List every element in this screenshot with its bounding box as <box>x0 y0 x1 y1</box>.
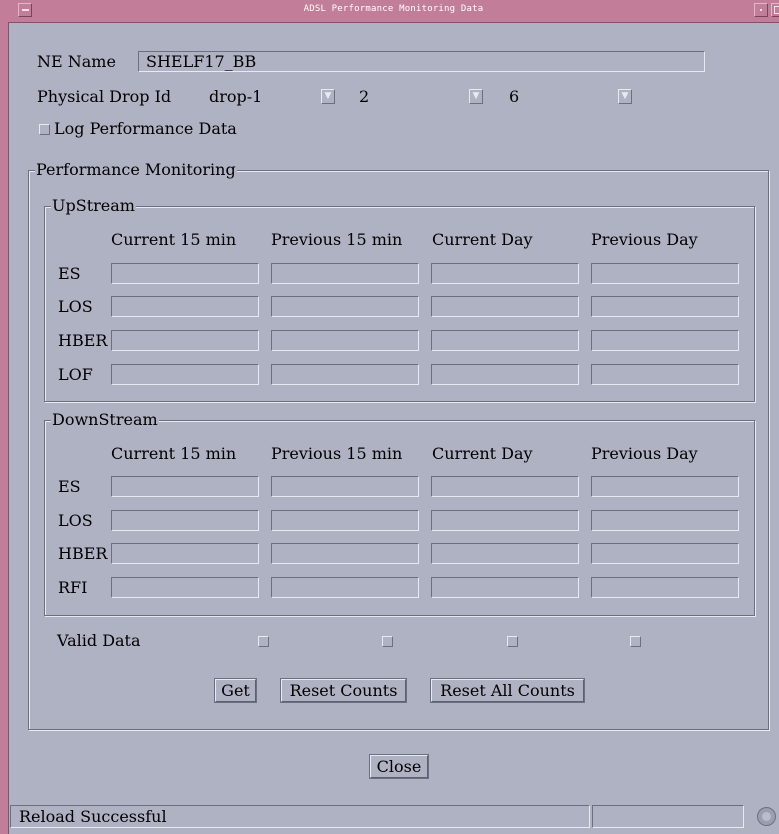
upstream-cell <box>431 364 579 385</box>
upstream-row-label: LOF <box>58 365 93 384</box>
downstream-title: DownStream <box>51 410 159 429</box>
downstream-row-label: RFI <box>58 578 88 597</box>
busy-indicator-icon <box>757 807 776 826</box>
column-header: Current 15 min <box>111 230 237 249</box>
upstream-cell <box>591 364 739 385</box>
downstream-cell <box>431 476 579 497</box>
upstream-cell <box>111 330 259 351</box>
downstream-cell <box>591 476 739 497</box>
upstream-title: UpStream <box>51 196 136 215</box>
upstream-row-label: HBER <box>58 331 108 350</box>
status-secondary <box>592 805 744 828</box>
upstream-cell <box>271 263 419 284</box>
close-button[interactable]: Close <box>369 754 429 779</box>
downstream-cell <box>111 577 259 598</box>
upstream-cell <box>591 330 739 351</box>
drop-select-value: drop-1 <box>209 87 263 106</box>
reset-counts-button[interactable]: Reset Counts <box>280 678 407 703</box>
shelf-select-value: 2 <box>359 87 370 106</box>
downstream-cell <box>271 510 419 531</box>
valid-data-checkbox <box>382 636 393 647</box>
dropdown-arrow-icon[interactable]: ▼ <box>618 89 632 104</box>
get-button[interactable]: Get <box>214 678 257 703</box>
slot-select-value: 6 <box>509 87 520 106</box>
downstream-cell <box>431 510 579 531</box>
upstream-cell <box>431 263 579 284</box>
dropdown-arrow-icon[interactable]: ▼ <box>469 89 483 104</box>
valid-data-checkbox <box>507 636 518 647</box>
upstream-cell <box>271 330 419 351</box>
downstream-row-label: HBER <box>58 544 108 563</box>
ne-name-field[interactable] <box>138 51 705 72</box>
dropdown-arrow-icon[interactable]: ▼ <box>321 89 335 104</box>
upstream-cell <box>591 263 739 284</box>
downstream-cell <box>431 543 579 564</box>
downstream-cell <box>271 577 419 598</box>
slot-select[interactable]: 6 ▼ <box>503 86 636 108</box>
downstream-row-label: ES <box>58 477 81 496</box>
ne-name-label: NE Name <box>37 52 116 71</box>
downstream-cell <box>111 510 259 531</box>
maximize-icon[interactable] <box>771 3 779 17</box>
upstream-cell <box>271 296 419 317</box>
column-header: Previous Day <box>591 230 698 249</box>
log-performance-label: Log Performance Data <box>54 119 237 138</box>
upstream-cell <box>431 296 579 317</box>
column-header: Previous 15 min <box>271 230 403 249</box>
upstream-cell <box>111 296 259 317</box>
downstream-cell <box>271 476 419 497</box>
reset-all-counts-button[interactable]: Reset All Counts <box>430 678 585 703</box>
upstream-cell <box>431 330 579 351</box>
column-header: Current Day <box>432 444 533 463</box>
upstream-cell <box>591 296 739 317</box>
valid-data-label: Valid Data <box>57 631 141 650</box>
column-header: Current Day <box>432 230 533 249</box>
downstream-cell <box>111 543 259 564</box>
minimize-icon[interactable] <box>754 3 768 17</box>
column-header: Current 15 min <box>111 444 237 463</box>
column-header: Previous Day <box>591 444 698 463</box>
shelf-select[interactable]: 2 ▼ <box>353 86 487 108</box>
title-bar[interactable]: ADSL Performance Monitoring Data <box>8 0 779 23</box>
status-message: Reload Successful <box>10 805 590 828</box>
downstream-row-label: LOS <box>58 511 93 530</box>
valid-data-checkbox <box>630 636 641 647</box>
window-title: ADSL Performance Monitoring Data <box>303 4 484 14</box>
upstream-row-label: LOS <box>58 297 93 316</box>
downstream-cell <box>111 476 259 497</box>
valid-data-checkbox <box>258 636 269 647</box>
downstream-cell <box>591 543 739 564</box>
physical-drop-label: Physical Drop Id <box>37 87 172 106</box>
log-performance-checkbox[interactable] <box>39 124 50 135</box>
downstream-cell <box>591 510 739 531</box>
upstream-cell <box>271 364 419 385</box>
upstream-cell <box>111 263 259 284</box>
downstream-cell <box>591 577 739 598</box>
upstream-cell <box>111 364 259 385</box>
window-frame-left <box>0 0 9 834</box>
drop-select[interactable]: drop-1 ▼ <box>203 86 339 108</box>
column-header: Previous 15 min <box>271 444 403 463</box>
downstream-cell <box>431 577 579 598</box>
performance-monitoring-title: Performance Monitoring <box>35 160 237 179</box>
downstream-cell <box>271 543 419 564</box>
upstream-row-label: ES <box>58 264 81 283</box>
